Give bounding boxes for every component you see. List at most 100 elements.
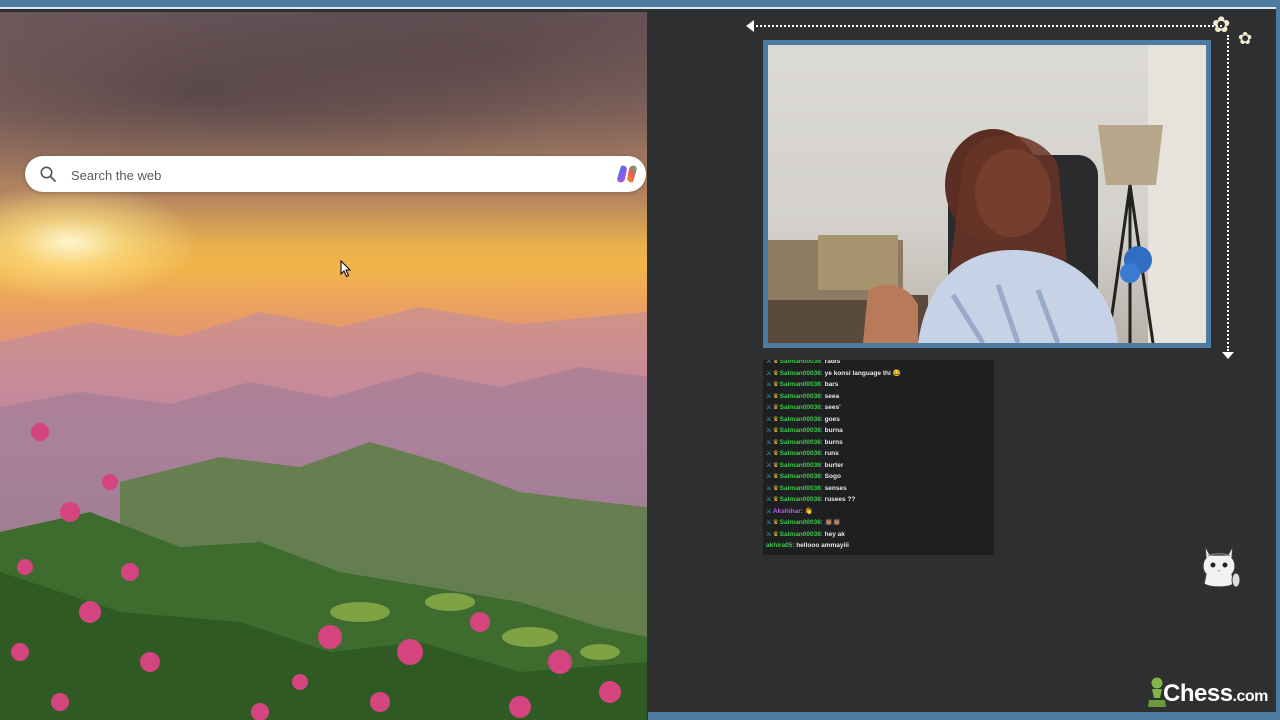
chat-username[interactable]: Salman00036 [780,450,821,457]
moderator-badge-icon: ⚔ [766,381,772,388]
moderator-badge-icon: ⚔ [766,415,772,423]
moderator-badge-icon: ⚔ [766,404,772,411]
chat-message-text: runs [824,450,839,457]
moderator-badge-icon: ⚔ [766,519,772,526]
chat-username[interactable]: Salman00036 [780,485,821,492]
chat-message: ⚔♛Salman00036: seea [763,391,994,403]
chat-message: ⚔♛Salman00036: runs [763,448,994,460]
webcam-frame [763,40,1211,348]
chat-separator: : [820,519,823,526]
chat-separator: : [820,438,823,446]
crown-badge-icon: ♛ [772,438,779,446]
chat-separator: : [820,360,823,365]
arrow-left-icon [746,20,754,32]
chat-message-text: 👏🏽👏🏽 [824,519,841,526]
chat-username[interactable]: Salman00036 [780,393,821,400]
chat-username[interactable]: Salman00036 [780,427,821,434]
chat-message-text: seea [824,392,840,400]
browser-new-tab-panel [0,12,647,720]
chat-username[interactable]: Salman00036 [780,462,821,469]
moderator-badge-icon: ⚔ [766,369,772,377]
crown-badge-icon: ♛ [772,404,779,411]
chat-message-text: bars [824,381,839,388]
moderator-badge-icon: ⚔ [766,484,772,492]
chat-separator: : [820,496,823,503]
chat-message: ⚔♛Salman00036: bars [763,379,994,391]
webcam-feed [768,45,1206,343]
chat-separator: : [820,450,823,457]
chat-message: ⚔♛Salman00036: radis [763,360,994,368]
chat-message-text: goes [824,415,840,423]
chat-username[interactable]: Salman00036 [780,531,821,538]
chat-message-text: hey ak [824,530,845,538]
chat-message: ⚔♛Salman00036: sees' [763,402,994,414]
chat-username[interactable]: Salman00036 [780,404,821,411]
chat-separator: : [820,381,823,388]
search-icon [40,166,56,182]
webcam-scene [768,45,1206,343]
flower-icon: ✿ [1212,12,1231,37]
crown-badge-icon: ♛ [772,369,779,377]
moderator-badge-icon: ⚔ [766,507,772,515]
chat-username[interactable]: Salman00036 [780,370,821,377]
web-search-box[interactable] [25,156,646,194]
chat-username[interactable]: Salman00036 [780,416,821,423]
moderator-badge-icon: ⚔ [766,530,772,538]
chat-message: ⚔♛Salman00036: burns [763,437,994,449]
chesscom-wordmark-main: Chess [1163,680,1233,707]
copilot-icon[interactable] [615,162,639,186]
chat-username[interactable]: Salman00036 [780,439,821,446]
crown-badge-icon: ♛ [772,427,779,434]
chat-username[interactable]: Akshihar [773,508,801,515]
chat-message-text: burter [824,461,844,469]
frame-dotted-line-top [752,25,1222,27]
chat-message-text: rusees ?? [824,496,856,503]
frame-dotted-line-right [1227,35,1229,351]
chat-message-text: sees' [824,404,841,411]
chat-username[interactable]: Salman00036 [780,381,821,388]
crown-badge-icon: ♛ [772,392,779,400]
chat-username[interactable]: Salman00036 [780,519,821,526]
moderator-badge-icon: ⚔ [766,360,772,365]
chat-separator: : [820,404,823,411]
crown-badge-icon: ♛ [772,473,779,480]
chat-separator: : [792,542,795,549]
chat-username[interactable]: Salman00036 [780,473,821,480]
chat-separator: : [820,415,823,423]
chat-username[interactable]: akhira05 [766,542,792,549]
chat-message-text: Sogo [824,473,841,480]
chat-message: ⚔Akshihar: 👋 [763,506,994,518]
stream-chat-panel[interactable]: ⚔♛Salman00036: radis ⚔♛Salman00036: ye kons… [763,360,994,555]
chat-message-text: burns [824,438,843,446]
top-frame-line [0,7,1280,9]
search-input[interactable] [69,156,593,194]
chat-message-text: burna [824,427,843,434]
chat-username[interactable]: Salman00036 [780,496,821,503]
moderator-badge-icon: ⚔ [766,473,772,480]
flower-icon: ✿ [1238,29,1253,48]
chat-separator: : [820,369,823,377]
crown-badge-icon: ♛ [772,415,779,423]
chat-message: ⚔♛Salman00036: Sogo [763,471,994,483]
chat-message: akhira05: hellooo ammayiii [763,540,994,552]
chat-separator: : [820,473,823,480]
chat-message: ⚔♛Salman00036: rusees ?? [763,494,994,506]
chat-message: ⚔♛Salman00036: burter [763,460,994,472]
chat-message: ⚔♛Salman00036: hey ak [763,529,994,541]
chat-separator: : [820,530,823,538]
chat-message: ⚔♛Salman00036: burna [763,425,994,437]
cat-sticker-icon [1202,545,1241,588]
chat-message: ⚔♛Salman00036: goes [763,414,994,426]
crown-badge-icon: ♛ [772,496,779,503]
chat-message-text: ye konsi language thi 😂 [824,369,901,377]
crown-badge-icon: ♛ [772,381,779,388]
moderator-badge-icon: ⚔ [766,496,772,503]
chat-separator: : [820,392,823,400]
chat-message-text: hellooo ammayiii [796,542,849,549]
chat-separator: : [820,461,823,469]
chat-separator: : [800,507,803,515]
chat-username[interactable]: Salman00036 [780,360,821,365]
chat-message-text: senses [824,484,847,492]
chat-message: ⚔♛Salman00036: ye konsi language thi 😂 [763,368,994,380]
chesscom-logo: Chess.com [1146,676,1268,710]
